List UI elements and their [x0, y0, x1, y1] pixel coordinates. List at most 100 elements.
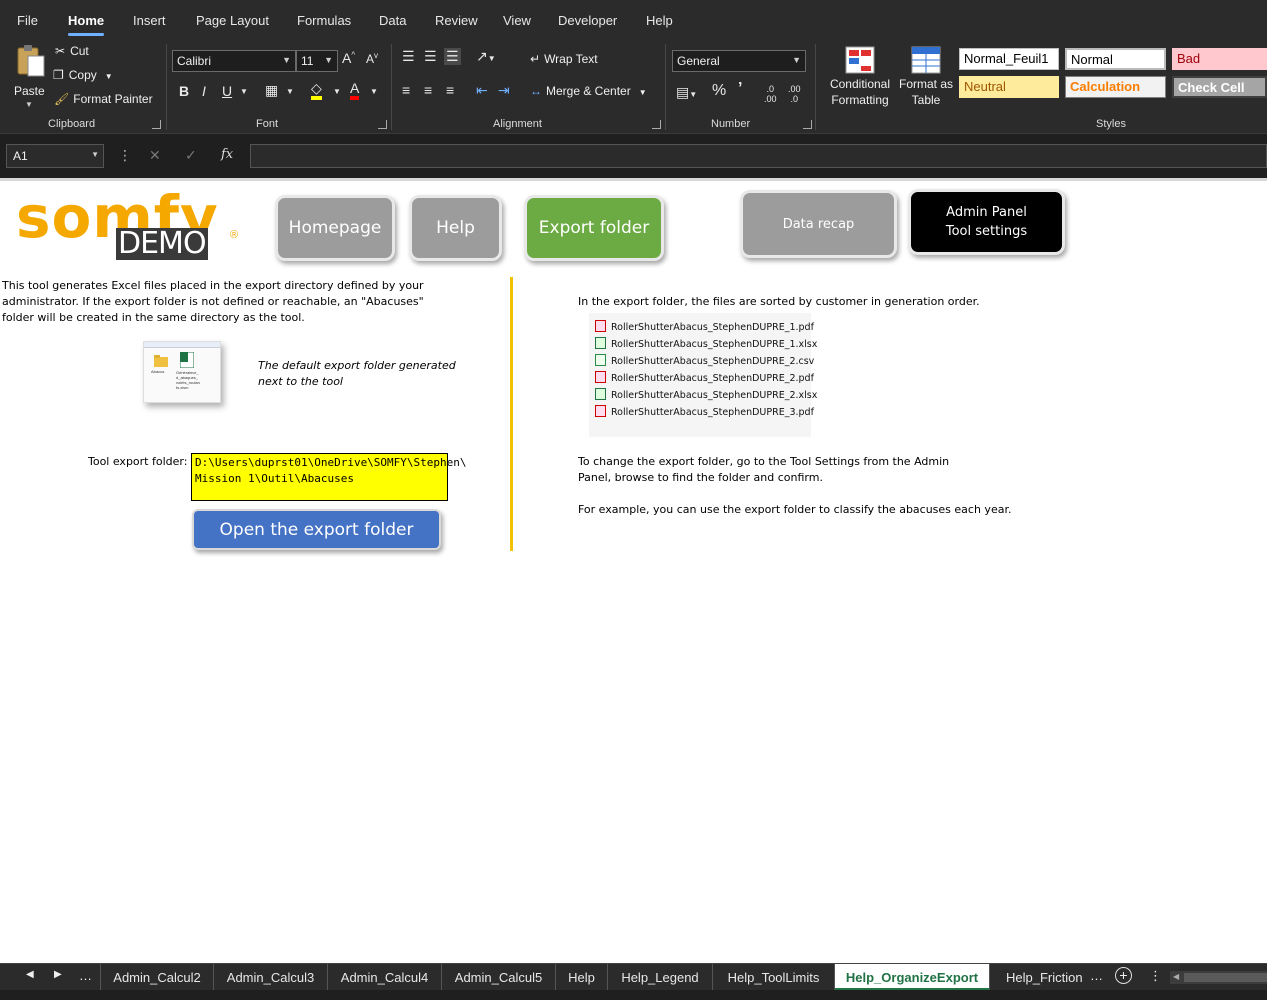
sheet-tab-admin-calcul4[interactable]: Admin_Calcul4	[328, 964, 442, 991]
list-item: RollerShutterAbacus_StephenDUPRE_2.csv	[595, 354, 814, 367]
more-options-icon[interactable]: ⋮	[1149, 968, 1162, 984]
copy-button[interactable]: ❐ Copy ▼	[53, 68, 113, 82]
tab-developer[interactable]: Developer	[558, 13, 617, 28]
folder-icon	[154, 355, 168, 367]
borders-icon[interactable]: ▦	[265, 82, 278, 99]
sheet-tabs-bar: ◀ ▶ … Admin_Calcul2 Admin_Calcul3 Admin_…	[0, 963, 1267, 991]
cut-button[interactable]: ✂ Cut	[55, 44, 89, 58]
insert-function-icon[interactable]: fx	[221, 147, 233, 162]
sheet-tab-admin-calcul5[interactable]: Admin_Calcul5	[442, 964, 556, 991]
enter-icon[interactable]: ✓	[185, 147, 197, 164]
table-icon	[911, 46, 941, 74]
font-size-select[interactable]: 11 ▼	[296, 50, 338, 72]
chevron-down-icon[interactable]: ▼	[333, 87, 341, 96]
cancel-icon[interactable]: ✕	[149, 147, 161, 164]
increase-indent-icon[interactable]: ⇥	[498, 82, 510, 99]
bold-icon[interactable]: B	[179, 83, 189, 99]
style-neutral[interactable]: Neutral	[959, 76, 1059, 98]
export-folder-path-cell[interactable]: D:\Users\duprst01\OneDrive\SOMFY\Stephen…	[191, 453, 467, 501]
export-folder-button[interactable]: Export folder	[524, 195, 664, 261]
style-bad[interactable]: Bad	[1172, 48, 1267, 70]
chevron-down-icon: ▼	[282, 55, 291, 65]
sheet-tab-help-friction[interactable]: Help_Friction	[990, 964, 1083, 991]
italic-icon[interactable]: I	[202, 83, 206, 99]
style-calculation[interactable]: Calculation	[1065, 76, 1166, 98]
data-recap-button[interactable]: Data recap	[740, 190, 897, 258]
admin-panel-button[interactable]: Admin Panel Tool settings	[908, 189, 1065, 255]
paste-button[interactable]: Paste ▼	[12, 44, 48, 110]
number-format-select[interactable]: General ▼	[672, 50, 806, 72]
align-right-icon[interactable]: ≡	[446, 82, 454, 98]
chevron-down-icon[interactable]: ▼	[240, 87, 248, 96]
tab-help[interactable]: Help	[646, 13, 673, 28]
font-name-select[interactable]: Calibri ▼	[172, 50, 296, 72]
style-check-cell[interactable]: Check Cell	[1172, 76, 1267, 98]
increase-font-icon[interactable]: A^	[342, 50, 355, 66]
currency-icon[interactable]: ▤▼	[676, 84, 697, 101]
scrollbar-thumb[interactable]	[1184, 973, 1267, 982]
format-as-table-button[interactable]: Format as Table	[898, 46, 954, 116]
formula-input[interactable]	[250, 144, 1267, 168]
scroll-left-icon[interactable]: ◀	[1173, 972, 1179, 981]
chevron-down-icon: ▼	[792, 55, 801, 65]
fill-color-icon[interactable]: ◇	[311, 80, 322, 100]
decrease-font-icon[interactable]: Av	[366, 51, 378, 66]
tab-view[interactable]: View	[503, 13, 531, 28]
more-sheets-icon[interactable]: …	[1090, 968, 1103, 983]
homepage-button[interactable]: Homepage	[275, 195, 395, 261]
tab-formulas[interactable]: Formulas	[297, 13, 351, 28]
list-item: RollerShutterAbacus_StephenDUPRE_1.xlsx	[595, 337, 817, 350]
wrap-text-button[interactable]: ↵ Wrap Text	[530, 52, 598, 66]
alignment-launcher-icon[interactable]	[652, 120, 661, 129]
tab-file[interactable]: File	[17, 13, 38, 28]
tab-insert[interactable]: Insert	[133, 13, 166, 28]
decrease-decimal-icon[interactable]: .00.0	[788, 84, 801, 104]
decrease-indent-icon[interactable]: ⇤	[476, 82, 488, 99]
increase-decimal-icon[interactable]: .0.00	[764, 84, 777, 104]
conditional-formatting-button[interactable]: Conditional Formatting	[824, 46, 896, 116]
add-sheet-icon[interactable]: +	[1115, 967, 1132, 984]
comma-icon[interactable]: ’	[738, 80, 742, 98]
style-normal[interactable]: Normal	[1065, 48, 1166, 70]
name-box[interactable]: A1 ▼	[6, 144, 104, 168]
sheet-tab-admin-calcul2[interactable]: Admin_Calcul2	[100, 964, 214, 991]
sheet-tab-help-organizeexport[interactable]: Help_OrganizeExport	[835, 964, 990, 991]
tab-data[interactable]: Data	[379, 13, 406, 28]
horizontal-scrollbar[interactable]: ◀	[1170, 971, 1267, 984]
scroll-right-icon[interactable]: ▶	[54, 969, 62, 980]
chevron-down-icon[interactable]: ▼	[370, 87, 378, 96]
format-painter-button[interactable]: 🖌 Format Painter	[54, 92, 153, 106]
worksheet[interactable]: somfy DEMO ® Homepage Help Export folder…	[0, 178, 1267, 963]
tab-page-layout[interactable]: Page Layout	[196, 13, 269, 28]
font-launcher-icon[interactable]	[378, 120, 387, 129]
clipboard-launcher-icon[interactable]	[152, 120, 161, 129]
orientation-icon[interactable]: ↗▼	[476, 48, 496, 65]
change-folder-text-line1: To change the export folder, go to the T…	[578, 455, 950, 468]
number-launcher-icon[interactable]	[803, 120, 812, 129]
scroll-left-icon[interactable]: ◀	[26, 969, 34, 980]
tab-review[interactable]: Review	[435, 13, 478, 28]
align-middle-icon[interactable]: ☰	[424, 48, 437, 65]
sheet-tab-help-legend[interactable]: Help_Legend	[608, 964, 713, 991]
chevron-down-icon: ▼	[25, 100, 33, 109]
sheet-tab-admin-calcul3[interactable]: Admin_Calcul3	[214, 964, 328, 991]
sheet-tab-help[interactable]: Help	[556, 964, 608, 991]
align-left-icon[interactable]: ≡	[402, 82, 410, 98]
more-sheets-icon[interactable]: …	[79, 968, 92, 983]
align-center-icon[interactable]: ≡	[424, 82, 432, 98]
percent-icon[interactable]: %	[712, 82, 726, 100]
chevron-down-icon[interactable]: ▼	[286, 87, 294, 96]
tab-home[interactable]: Home	[68, 13, 105, 36]
change-folder-text-line2: Panel, browse to find the folder and con…	[578, 471, 823, 484]
more-options-icon[interactable]: ⋮	[118, 147, 132, 164]
font-color-icon[interactable]: A	[350, 80, 360, 100]
help-button[interactable]: Help	[409, 195, 502, 261]
open-export-folder-button[interactable]: Open the export folder	[192, 509, 441, 550]
align-bottom-icon[interactable]: ☰	[444, 48, 461, 65]
merge-center-button[interactable]: ↔ Merge & Center ▼	[530, 84, 647, 98]
style-normal-feuil1[interactable]: Normal_Feuil1	[959, 48, 1059, 70]
sheet-tab-help-toollimits[interactable]: Help_ToolLimits	[713, 964, 835, 991]
underline-icon[interactable]: U	[222, 83, 232, 99]
align-top-icon[interactable]: ☰	[402, 48, 415, 65]
intro-text: This tool generates Excel files placed i…	[2, 279, 424, 324]
